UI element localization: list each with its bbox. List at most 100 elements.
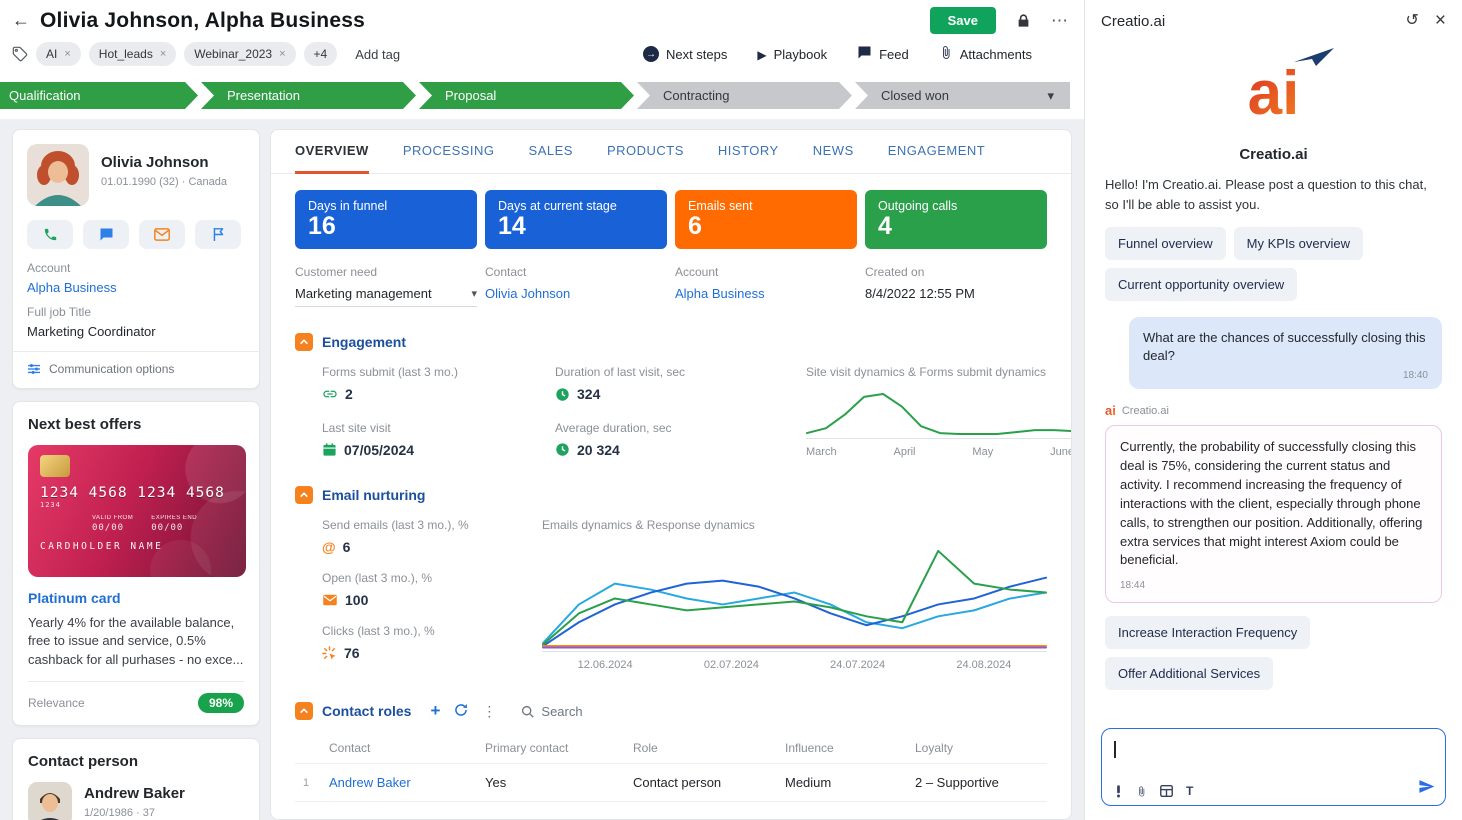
- flag-button[interactable]: [195, 220, 241, 249]
- paper-plane-icon: [1293, 48, 1334, 66]
- stage-proposal[interactable]: Proposal: [419, 82, 634, 109]
- tick-label: April: [893, 446, 916, 458]
- customer-need-select[interactable]: Marketing management: [295, 286, 477, 307]
- metric-days-in-funnel[interactable]: Days in funnel 16: [295, 190, 477, 249]
- back-button[interactable]: [12, 10, 30, 31]
- header-actions: Save: [929, 7, 1068, 34]
- created-on-value: 8/4/2022 12:55 PM: [865, 286, 975, 301]
- feed-button[interactable]: Feed: [857, 45, 909, 63]
- contact-person-avatar[interactable]: [28, 782, 72, 820]
- metric-emails-sent[interactable]: Emails sent 6: [675, 190, 857, 249]
- undo-icon[interactable]: [1405, 10, 1418, 32]
- contact-avatar[interactable]: [27, 144, 89, 206]
- stat-average-duration: Average duration, sec 20 324: [555, 421, 788, 459]
- tab-engagement[interactable]: ENGAGEMENT: [888, 130, 985, 174]
- tag-remove-icon[interactable]: ×: [279, 48, 285, 60]
- tag-pill[interactable]: AI ×: [36, 42, 81, 66]
- stat-value: 6: [342, 539, 351, 555]
- email-button[interactable]: [139, 220, 185, 249]
- communication-options-button[interactable]: Communication options: [13, 352, 259, 388]
- site-visit-chart: Site visit dynamics & Forms submit dynam…: [806, 365, 1071, 458]
- tick-label: June: [1050, 446, 1071, 458]
- metric-value: 14: [498, 212, 526, 240]
- stat-click-rate: Clicks (last 3 mo.), % 76: [322, 624, 524, 661]
- column-header[interactable]: Loyalty: [915, 741, 1047, 755]
- column-header[interactable]: Contact: [329, 741, 485, 755]
- attachments-button[interactable]: Attachments: [939, 45, 1032, 63]
- at-icon: [322, 539, 336, 555]
- tab-products[interactable]: PRODUCTS: [607, 130, 684, 174]
- text-cursor: [1114, 741, 1116, 758]
- overview-tab-content: Days in funnel 16 Days at current stage …: [271, 174, 1071, 819]
- lock-icon[interactable]: [1016, 13, 1031, 28]
- contact-name: Olivia Johnson: [101, 154, 209, 171]
- stage-closed-won[interactable]: Closed won: [855, 82, 1070, 109]
- contact-roles-search[interactable]: Search: [521, 704, 583, 719]
- stage-contracting[interactable]: Contracting: [637, 82, 852, 109]
- envelope-icon: [323, 594, 337, 606]
- metric-days-at-stage[interactable]: Days at current stage 14: [485, 190, 667, 249]
- account-link[interactable]: Alpha Business: [27, 280, 117, 295]
- collapse-section-icon[interactable]: [295, 702, 313, 720]
- contact-person-row[interactable]: Andrew Baker 1/20/1986 · 37: [28, 782, 244, 820]
- tab-processing[interactable]: PROCESSING: [403, 130, 495, 174]
- email-dynamics-chart: Emails dynamics & Response dynamics 12.0…: [542, 518, 1047, 671]
- tab-sales[interactable]: SALES: [529, 130, 573, 174]
- add-record-button[interactable]: [430, 701, 440, 721]
- stat-value: 76: [344, 645, 360, 661]
- refresh-button[interactable]: [454, 703, 468, 720]
- table-row[interactable]: 1 Andrew Baker Yes Contact person Medium…: [295, 764, 1047, 802]
- stage-qualification[interactable]: Qualification: [0, 82, 198, 109]
- suggestion-kpis-overview[interactable]: My KPIs overview: [1233, 227, 1363, 260]
- chevron-down-icon[interactable]: [1047, 88, 1054, 104]
- call-button[interactable]: [27, 220, 73, 249]
- save-button[interactable]: Save: [929, 7, 996, 34]
- prompt-icon[interactable]: [1114, 784, 1123, 798]
- stage-presentation[interactable]: Presentation: [201, 82, 416, 109]
- attach-icon[interactable]: [1136, 785, 1147, 798]
- column-header[interactable]: Role: [633, 741, 785, 755]
- tag-remove-icon[interactable]: ×: [64, 48, 70, 60]
- chat-message-input[interactable]: T: [1101, 728, 1446, 806]
- send-button[interactable]: [1418, 778, 1435, 798]
- contact-link[interactable]: Olivia Johnson: [485, 286, 570, 301]
- tab-overview[interactable]: OVERVIEW: [295, 130, 369, 174]
- suggestion-funnel-overview[interactable]: Funnel overview: [1105, 227, 1226, 260]
- next-steps-button[interactable]: → Next steps: [642, 46, 727, 62]
- chat-button[interactable]: [83, 220, 129, 249]
- metric-outgoing-calls[interactable]: Outgoing calls 4: [865, 190, 1047, 249]
- column-header[interactable]: Primary contact: [485, 741, 633, 755]
- collapse-section-icon[interactable]: [295, 486, 313, 504]
- relevance-row: Relevance 98%: [28, 681, 244, 714]
- clock-icon: [556, 387, 569, 401]
- cell-primary-contact: Yes: [485, 775, 507, 790]
- stat-send-emails: Send emails (last 3 mo.), % 6: [322, 518, 524, 555]
- more-tags-badge[interactable]: +4: [303, 42, 338, 66]
- collapse-section-icon[interactable]: [295, 333, 313, 351]
- playbook-button[interactable]: Playbook: [757, 47, 827, 62]
- tab-history[interactable]: HISTORY: [718, 130, 779, 174]
- table-icon[interactable]: [1160, 785, 1173, 797]
- kebab-menu-button[interactable]: [482, 703, 496, 720]
- paperclip-icon: [939, 45, 953, 63]
- tag-pill[interactable]: Hot_leads ×: [88, 42, 177, 66]
- tag-remove-icon[interactable]: ×: [160, 48, 166, 60]
- account-field: Account Alpha Business: [13, 251, 259, 295]
- add-tag-button[interactable]: Add tag: [355, 47, 400, 62]
- tab-news[interactable]: NEWS: [813, 130, 854, 174]
- close-icon[interactable]: [1435, 10, 1446, 32]
- text-format-icon[interactable]: T: [1186, 784, 1193, 798]
- stat-label: Open (last 3 mo.), %: [322, 571, 433, 585]
- contact-link[interactable]: Andrew Baker: [329, 775, 485, 790]
- chat-body: ai Creatio.ai Hello! I'm Creatio.ai. Ple…: [1085, 38, 1462, 820]
- tag-pill[interactable]: Webinar_2023 ×: [184, 42, 296, 66]
- account-link[interactable]: Alpha Business: [675, 286, 765, 301]
- column-header[interactable]: Influence: [785, 741, 915, 755]
- suggestion-offer-services[interactable]: Offer Additional Services: [1105, 656, 1274, 690]
- suggestion-increase-interaction[interactable]: Increase Interaction Frequency: [1105, 615, 1311, 649]
- suggestion-opportunity-overview[interactable]: Current opportunity overview: [1105, 268, 1298, 301]
- more-options-button[interactable]: [1051, 11, 1068, 31]
- stat-label: Send emails (last 3 mo.), %: [322, 518, 469, 532]
- offer-name-link[interactable]: Platinum card: [28, 590, 121, 606]
- send-icon: [1419, 780, 1435, 793]
